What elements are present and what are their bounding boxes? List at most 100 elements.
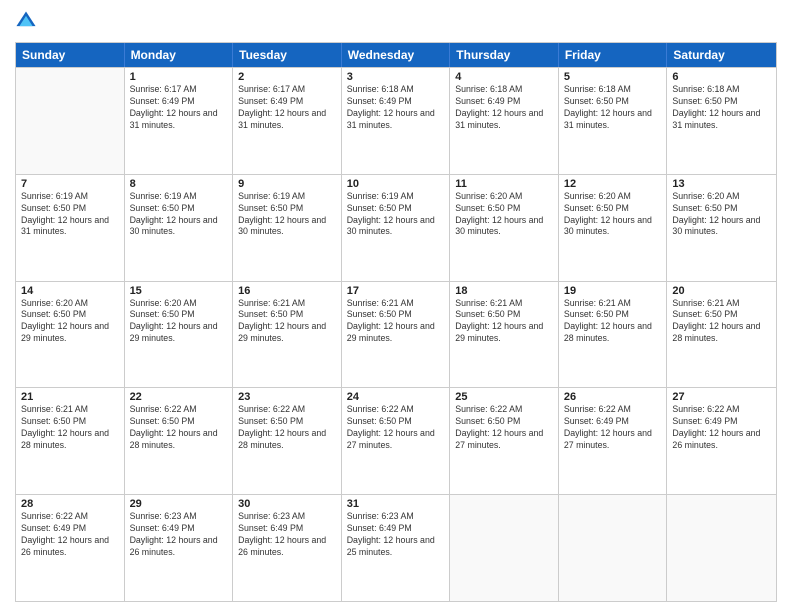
calendar-cell: 31Sunrise: 6:23 AM Sunset: 6:49 PM Dayli… bbox=[342, 495, 451, 601]
calendar-cell: 12Sunrise: 6:20 AM Sunset: 6:50 PM Dayli… bbox=[559, 175, 668, 281]
day-number: 8 bbox=[130, 178, 228, 190]
day-number: 5 bbox=[564, 71, 662, 83]
day-info: Sunrise: 6:17 AM Sunset: 6:49 PM Dayligh… bbox=[130, 84, 228, 132]
calendar-cell: 15Sunrise: 6:20 AM Sunset: 6:50 PM Dayli… bbox=[125, 282, 234, 388]
day-info: Sunrise: 6:20 AM Sunset: 6:50 PM Dayligh… bbox=[672, 191, 771, 239]
day-info: Sunrise: 6:21 AM Sunset: 6:50 PM Dayligh… bbox=[21, 404, 119, 452]
calendar-cell: 3Sunrise: 6:18 AM Sunset: 6:49 PM Daylig… bbox=[342, 68, 451, 174]
day-info: Sunrise: 6:21 AM Sunset: 6:50 PM Dayligh… bbox=[564, 298, 662, 346]
day-number: 15 bbox=[130, 285, 228, 297]
calendar-cell: 17Sunrise: 6:21 AM Sunset: 6:50 PM Dayli… bbox=[342, 282, 451, 388]
day-number: 17 bbox=[347, 285, 445, 297]
day-info: Sunrise: 6:19 AM Sunset: 6:50 PM Dayligh… bbox=[130, 191, 228, 239]
day-number: 31 bbox=[347, 498, 445, 510]
day-number: 3 bbox=[347, 71, 445, 83]
day-number: 16 bbox=[238, 285, 336, 297]
calendar-cell: 5Sunrise: 6:18 AM Sunset: 6:50 PM Daylig… bbox=[559, 68, 668, 174]
calendar-row: 7Sunrise: 6:19 AM Sunset: 6:50 PM Daylig… bbox=[16, 174, 776, 281]
calendar-cell: 19Sunrise: 6:21 AM Sunset: 6:50 PM Dayli… bbox=[559, 282, 668, 388]
day-info: Sunrise: 6:22 AM Sunset: 6:49 PM Dayligh… bbox=[672, 404, 771, 452]
calendar-cell: 1Sunrise: 6:17 AM Sunset: 6:49 PM Daylig… bbox=[125, 68, 234, 174]
calendar-row: 1Sunrise: 6:17 AM Sunset: 6:49 PM Daylig… bbox=[16, 67, 776, 174]
weekday-header: Wednesday bbox=[342, 43, 451, 67]
day-number: 23 bbox=[238, 391, 336, 403]
day-info: Sunrise: 6:22 AM Sunset: 6:50 PM Dayligh… bbox=[238, 404, 336, 452]
calendar-cell: 30Sunrise: 6:23 AM Sunset: 6:49 PM Dayli… bbox=[233, 495, 342, 601]
day-number: 7 bbox=[21, 178, 119, 190]
day-info: Sunrise: 6:22 AM Sunset: 6:50 PM Dayligh… bbox=[347, 404, 445, 452]
day-info: Sunrise: 6:18 AM Sunset: 6:49 PM Dayligh… bbox=[455, 84, 553, 132]
day-number: 28 bbox=[21, 498, 119, 510]
calendar-cell bbox=[667, 495, 776, 601]
logo-icon bbox=[15, 10, 37, 32]
calendar-header: SundayMondayTuesdayWednesdayThursdayFrid… bbox=[16, 43, 776, 67]
calendar-cell: 29Sunrise: 6:23 AM Sunset: 6:49 PM Dayli… bbox=[125, 495, 234, 601]
day-number: 21 bbox=[21, 391, 119, 403]
day-number: 29 bbox=[130, 498, 228, 510]
day-number: 18 bbox=[455, 285, 553, 297]
weekday-header: Sunday bbox=[16, 43, 125, 67]
calendar-cell: 7Sunrise: 6:19 AM Sunset: 6:50 PM Daylig… bbox=[16, 175, 125, 281]
calendar-cell: 25Sunrise: 6:22 AM Sunset: 6:50 PM Dayli… bbox=[450, 388, 559, 494]
day-number: 13 bbox=[672, 178, 771, 190]
day-number: 26 bbox=[564, 391, 662, 403]
day-info: Sunrise: 6:18 AM Sunset: 6:50 PM Dayligh… bbox=[672, 84, 771, 132]
day-number: 22 bbox=[130, 391, 228, 403]
calendar-cell: 20Sunrise: 6:21 AM Sunset: 6:50 PM Dayli… bbox=[667, 282, 776, 388]
logo bbox=[15, 10, 39, 34]
day-info: Sunrise: 6:22 AM Sunset: 6:49 PM Dayligh… bbox=[21, 511, 119, 559]
calendar-cell: 11Sunrise: 6:20 AM Sunset: 6:50 PM Dayli… bbox=[450, 175, 559, 281]
calendar-cell: 18Sunrise: 6:21 AM Sunset: 6:50 PM Dayli… bbox=[450, 282, 559, 388]
day-info: Sunrise: 6:20 AM Sunset: 6:50 PM Dayligh… bbox=[130, 298, 228, 346]
weekday-header: Friday bbox=[559, 43, 668, 67]
day-number: 11 bbox=[455, 178, 553, 190]
calendar-cell: 4Sunrise: 6:18 AM Sunset: 6:49 PM Daylig… bbox=[450, 68, 559, 174]
day-info: Sunrise: 6:21 AM Sunset: 6:50 PM Dayligh… bbox=[238, 298, 336, 346]
day-number: 20 bbox=[672, 285, 771, 297]
day-number: 12 bbox=[564, 178, 662, 190]
day-number: 2 bbox=[238, 71, 336, 83]
calendar-row: 28Sunrise: 6:22 AM Sunset: 6:49 PM Dayli… bbox=[16, 494, 776, 601]
day-info: Sunrise: 6:22 AM Sunset: 6:50 PM Dayligh… bbox=[130, 404, 228, 452]
calendar-cell bbox=[559, 495, 668, 601]
calendar-cell: 14Sunrise: 6:20 AM Sunset: 6:50 PM Dayli… bbox=[16, 282, 125, 388]
calendar-cell: 28Sunrise: 6:22 AM Sunset: 6:49 PM Dayli… bbox=[16, 495, 125, 601]
calendar-cell: 24Sunrise: 6:22 AM Sunset: 6:50 PM Dayli… bbox=[342, 388, 451, 494]
day-info: Sunrise: 6:17 AM Sunset: 6:49 PM Dayligh… bbox=[238, 84, 336, 132]
calendar-cell: 8Sunrise: 6:19 AM Sunset: 6:50 PM Daylig… bbox=[125, 175, 234, 281]
day-number: 27 bbox=[672, 391, 771, 403]
day-number: 6 bbox=[672, 71, 771, 83]
calendar: SundayMondayTuesdayWednesdayThursdayFrid… bbox=[15, 42, 777, 602]
day-info: Sunrise: 6:19 AM Sunset: 6:50 PM Dayligh… bbox=[21, 191, 119, 239]
calendar-cell bbox=[450, 495, 559, 601]
day-info: Sunrise: 6:22 AM Sunset: 6:50 PM Dayligh… bbox=[455, 404, 553, 452]
day-number: 25 bbox=[455, 391, 553, 403]
calendar-cell: 2Sunrise: 6:17 AM Sunset: 6:49 PM Daylig… bbox=[233, 68, 342, 174]
day-info: Sunrise: 6:23 AM Sunset: 6:49 PM Dayligh… bbox=[130, 511, 228, 559]
calendar-cell: 13Sunrise: 6:20 AM Sunset: 6:50 PM Dayli… bbox=[667, 175, 776, 281]
calendar-cell: 27Sunrise: 6:22 AM Sunset: 6:49 PM Dayli… bbox=[667, 388, 776, 494]
day-info: Sunrise: 6:23 AM Sunset: 6:49 PM Dayligh… bbox=[347, 511, 445, 559]
weekday-header: Monday bbox=[125, 43, 234, 67]
day-info: Sunrise: 6:21 AM Sunset: 6:50 PM Dayligh… bbox=[347, 298, 445, 346]
calendar-cell: 22Sunrise: 6:22 AM Sunset: 6:50 PM Dayli… bbox=[125, 388, 234, 494]
day-info: Sunrise: 6:22 AM Sunset: 6:49 PM Dayligh… bbox=[564, 404, 662, 452]
day-info: Sunrise: 6:23 AM Sunset: 6:49 PM Dayligh… bbox=[238, 511, 336, 559]
calendar-cell: 10Sunrise: 6:19 AM Sunset: 6:50 PM Dayli… bbox=[342, 175, 451, 281]
calendar-cell: 26Sunrise: 6:22 AM Sunset: 6:49 PM Dayli… bbox=[559, 388, 668, 494]
day-info: Sunrise: 6:21 AM Sunset: 6:50 PM Dayligh… bbox=[672, 298, 771, 346]
day-number: 19 bbox=[564, 285, 662, 297]
day-number: 14 bbox=[21, 285, 119, 297]
day-info: Sunrise: 6:20 AM Sunset: 6:50 PM Dayligh… bbox=[21, 298, 119, 346]
calendar-cell: 9Sunrise: 6:19 AM Sunset: 6:50 PM Daylig… bbox=[233, 175, 342, 281]
calendar-row: 14Sunrise: 6:20 AM Sunset: 6:50 PM Dayli… bbox=[16, 281, 776, 388]
day-info: Sunrise: 6:20 AM Sunset: 6:50 PM Dayligh… bbox=[455, 191, 553, 239]
header bbox=[15, 10, 777, 34]
day-number: 10 bbox=[347, 178, 445, 190]
calendar-body: 1Sunrise: 6:17 AM Sunset: 6:49 PM Daylig… bbox=[16, 67, 776, 601]
calendar-cell: 21Sunrise: 6:21 AM Sunset: 6:50 PM Dayli… bbox=[16, 388, 125, 494]
day-number: 30 bbox=[238, 498, 336, 510]
day-info: Sunrise: 6:18 AM Sunset: 6:49 PM Dayligh… bbox=[347, 84, 445, 132]
day-info: Sunrise: 6:20 AM Sunset: 6:50 PM Dayligh… bbox=[564, 191, 662, 239]
day-info: Sunrise: 6:18 AM Sunset: 6:50 PM Dayligh… bbox=[564, 84, 662, 132]
